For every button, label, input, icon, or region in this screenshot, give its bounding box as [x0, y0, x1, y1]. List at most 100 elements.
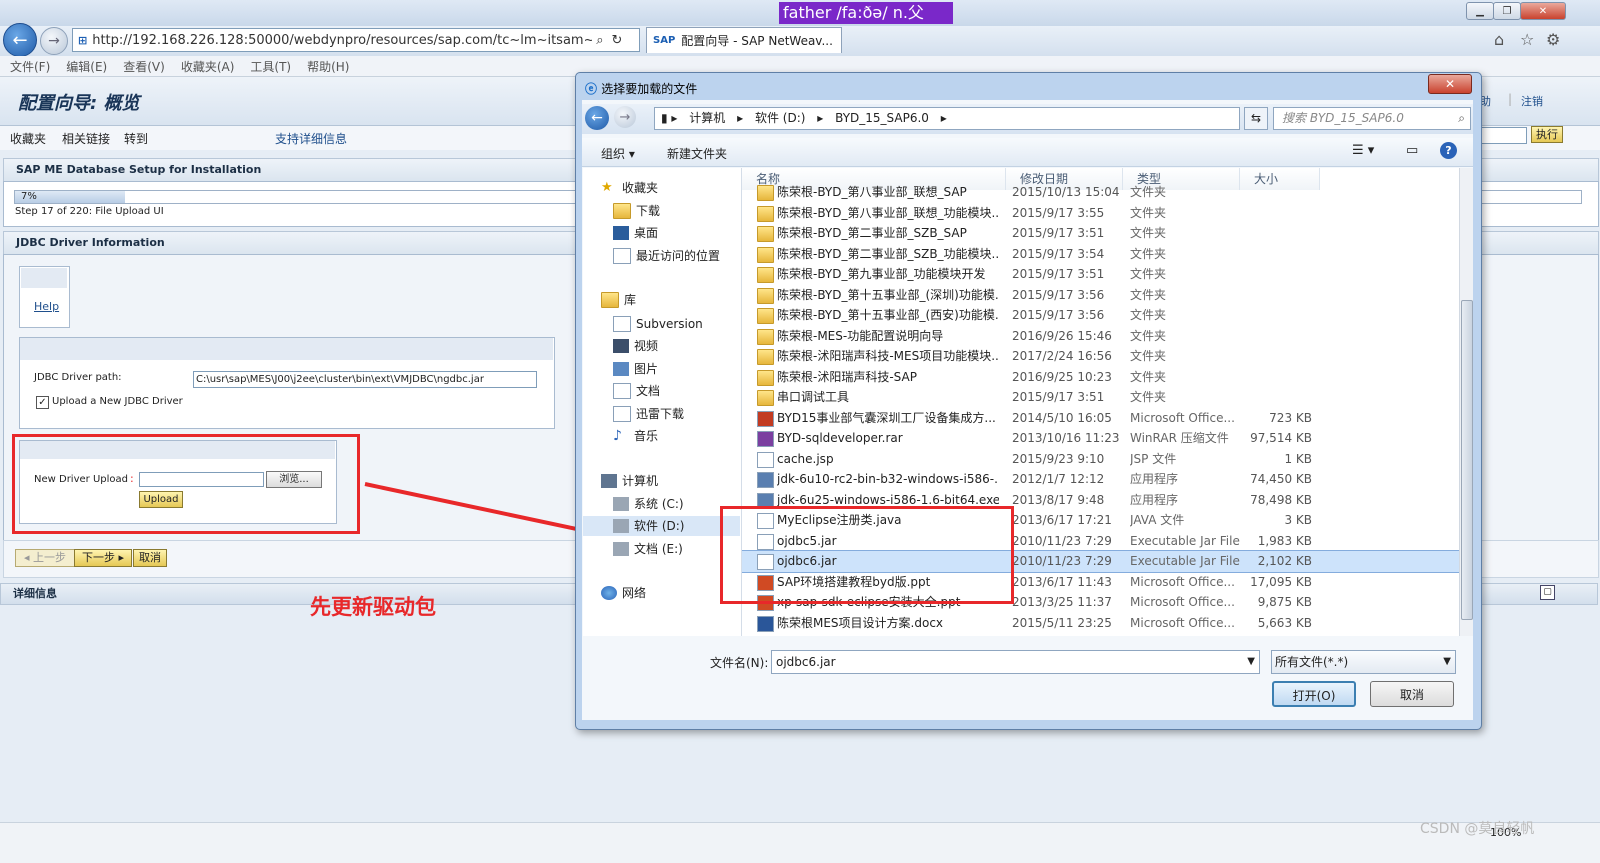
nav-label: 最近访问的位置: [636, 249, 721, 263]
exe-icon: [757, 472, 774, 488]
drive-icon: [613, 497, 629, 511]
nav-label: 桌面: [634, 226, 659, 240]
file-row[interactable]: 陈荣根-BYD_第二事业部_SZB_功能模块... 2015/9/17 3:54 文…: [742, 244, 1459, 265]
file-row[interactable]: BYD15事业部气囊深圳工厂设备集成方... 2014/5/10 16:05 Mic…: [742, 408, 1459, 429]
file-row[interactable]: 陈荣根-BYD_第八事业部_联想_SAP 2015/10/13 15:04 文件夹: [742, 182, 1459, 203]
file-row[interactable]: cache.jsp 2015/9/23 9:10 JSP 文件 1 KB: [742, 449, 1459, 470]
nav-label: 音乐: [634, 429, 659, 443]
nav-lib-videos[interactable]: 视频: [613, 336, 658, 356]
file-name: 陈荣根-沭阳瑞声科技-SAP: [777, 369, 917, 384]
chevron-down-icon: ▾: [628, 147, 635, 161]
file-name: 陈荣根-BYD_第八事业部_联想_SAP: [777, 185, 967, 199]
nav-drive-d[interactable]: 软件 (D:): [583, 516, 740, 536]
file-date: 2016/9/25 10:23: [1012, 369, 1112, 384]
nav-computer-label: 计算机: [622, 474, 659, 488]
file-size: 74,450 KB: [1250, 472, 1312, 486]
library-icon: [601, 292, 619, 308]
annotation-box-jar: [720, 506, 1014, 604]
nav-computer[interactable]: 计算机: [601, 471, 658, 491]
file-type: Microsoft Office...: [1130, 574, 1235, 589]
filetype-select[interactable]: 所有文件(*.*) ▼: [1271, 650, 1456, 674]
file-row[interactable]: 陈荣根-BYD_第九事业部_功能模块开发 2015/9/17 3:51 文件夹: [742, 264, 1459, 285]
search-icon: ⌕: [1458, 111, 1465, 125]
file-type: Microsoft Office...: [1130, 410, 1235, 425]
crumb-computer[interactable]: 计算机: [689, 111, 725, 125]
status-bar: [0, 822, 1600, 863]
organize-label: 组织: [601, 147, 626, 161]
file-name: 陈荣根MES项目设计方案.docx: [777, 615, 944, 630]
file-type: 文件夹: [1130, 328, 1167, 343]
file-size: 17,095 KB: [1250, 574, 1312, 589]
crumb-drive[interactable]: 软件 (D:): [755, 111, 805, 125]
dialog-search-input[interactable]: 搜索 BYD_15_SAP6.0 ⌕: [1273, 107, 1471, 130]
nav-lib-thunder[interactable]: 迅雷下载: [613, 404, 684, 424]
organize-button[interactable]: 组织 ▾: [601, 145, 635, 162]
file-row[interactable]: 陈荣根-沭阳瑞声科技-MES项目功能模块... 2017/2/24 16:56 文件…: [742, 346, 1459, 367]
nav-network[interactable]: 网络: [601, 583, 646, 603]
music-icon: ♪: [613, 428, 622, 444]
nav-library[interactable]: 库: [601, 290, 636, 310]
nav-favorites[interactable]: ★ 收藏夹: [601, 178, 658, 198]
file-name: 陈荣根-BYD_第十五事业部_(西安)功能模...: [777, 308, 999, 322]
scrollbar-thumb[interactable]: [1461, 300, 1473, 620]
file-date: 2013/3/25 11:37: [1012, 595, 1112, 609]
nav-drive-e[interactable]: 文档 (E:): [613, 539, 683, 559]
view-options-icon[interactable]: ☰ ▾: [1352, 143, 1374, 158]
filename-label: 文件名(N):: [710, 656, 769, 670]
file-row[interactable]: 串口调试工具 2015/9/17 3:51 文件夹: [742, 387, 1459, 408]
new-folder-button[interactable]: 新建文件夹: [667, 145, 727, 162]
nav-lib-documents[interactable]: 文档: [613, 381, 660, 401]
file-row[interactable]: 陈荣根-MES-功能配置说明向导 2016/9/26 15:46 文件夹: [742, 326, 1459, 347]
nav-drive-c[interactable]: 系统 (C:): [613, 494, 684, 514]
dialog-close-button[interactable]: ✕: [1428, 74, 1472, 94]
file-name: cache.jsp: [777, 451, 834, 466]
file-name: jdk-6u10-rc2-bin-b32-windows-i586-...: [777, 472, 999, 486]
folder-icon: [757, 287, 774, 304]
file-size: 723 KB: [1269, 410, 1312, 425]
dialog-forward-button[interactable]: →: [614, 106, 636, 128]
file-list-scrollbar[interactable]: [1459, 168, 1473, 636]
refresh-folder-icon[interactable]: ⇆: [1244, 107, 1268, 130]
file-date: 2013/6/17 17:21: [1012, 513, 1112, 527]
help-icon[interactable]: ?: [1440, 142, 1457, 159]
doc-icon: [757, 615, 774, 632]
nav-lib-svn[interactable]: Subversion: [613, 314, 703, 334]
file-row[interactable]: 陈荣根-BYD_第二事业部_SZB_SAP 2015/9/17 3:51 文件夹: [742, 223, 1459, 244]
crumb-folder[interactable]: BYD_15_SAP6.0: [835, 111, 929, 125]
file-row[interactable]: 陈荣根-BYD_第十五事业部_(深圳)功能模... 2015/9/17 3:56 文…: [742, 285, 1459, 306]
dialog-breadcrumb[interactable]: ▮ ▸ 计算机 ▸ 软件 (D:) ▸ BYD_15_SAP6.0 ▸: [654, 107, 1240, 130]
nav-fav-desktop[interactable]: 桌面: [613, 223, 658, 243]
file-name: 陈荣根-沭阳瑞声科技-MES项目功能模块...: [777, 349, 999, 363]
open-button[interactable]: 打开(O): [1272, 681, 1356, 707]
rar-icon: [757, 431, 774, 447]
nav-lib-pictures[interactable]: 图片: [613, 359, 658, 379]
folder-icon: [757, 185, 774, 201]
folder-icon: [757, 226, 774, 242]
filename-input[interactable]: ojdbc6.jar ▼: [771, 650, 1260, 674]
chevron-down-icon[interactable]: ▼: [1247, 651, 1255, 673]
dialog-cancel-button[interactable]: 取消: [1370, 681, 1454, 707]
nav-lib-music[interactable]: ♪ 音乐: [613, 426, 658, 446]
nav-fav-download[interactable]: 下载: [613, 201, 660, 221]
dialog-back-button[interactable]: ←: [585, 106, 609, 130]
file-row[interactable]: 陈荣根MES项目设计方案.docx 2015/5/11 23:25 Microsof…: [742, 613, 1459, 634]
file-date: 2016/9/26 15:46: [1012, 328, 1112, 343]
nav-fav-recent[interactable]: 最近访问的位置: [613, 246, 720, 266]
nav-label: 图片: [634, 362, 659, 376]
folder-icon: [757, 390, 774, 406]
file-row[interactable]: 陈荣根-BYD_第八事业部_联想_功能模块... 2015/9/17 3:55 文件…: [742, 203, 1459, 224]
drive-icon: [613, 542, 629, 556]
folder-icon: [757, 246, 774, 263]
preview-pane-icon[interactable]: ▭: [1406, 143, 1418, 158]
file-row[interactable]: jdk-6u10-rc2-bin-b32-windows-i586-... 201…: [742, 469, 1459, 490]
file-size: 78,498 KB: [1250, 492, 1312, 507]
file-row[interactable]: 陈荣根-BYD_第十五事业部_(西安)功能模... 2015/9/17 3:56 文…: [742, 305, 1459, 326]
drive-icon: [613, 519, 629, 533]
file-size: 1 KB: [1284, 451, 1312, 466]
file-row[interactable]: BYD-sqldeveloper.rar 2013/10/16 11:23 WinR…: [742, 428, 1459, 449]
file-date: 2015/9/17 3:51: [1012, 267, 1105, 281]
file-row[interactable]: 陈荣根-沭阳瑞声科技-SAP 2016/9/25 10:23 文件夹: [742, 367, 1459, 388]
nav-label: Subversion: [636, 317, 703, 331]
nav-label: 文档: [636, 384, 661, 398]
file-date: 2017/2/24 16:56: [1012, 349, 1112, 363]
